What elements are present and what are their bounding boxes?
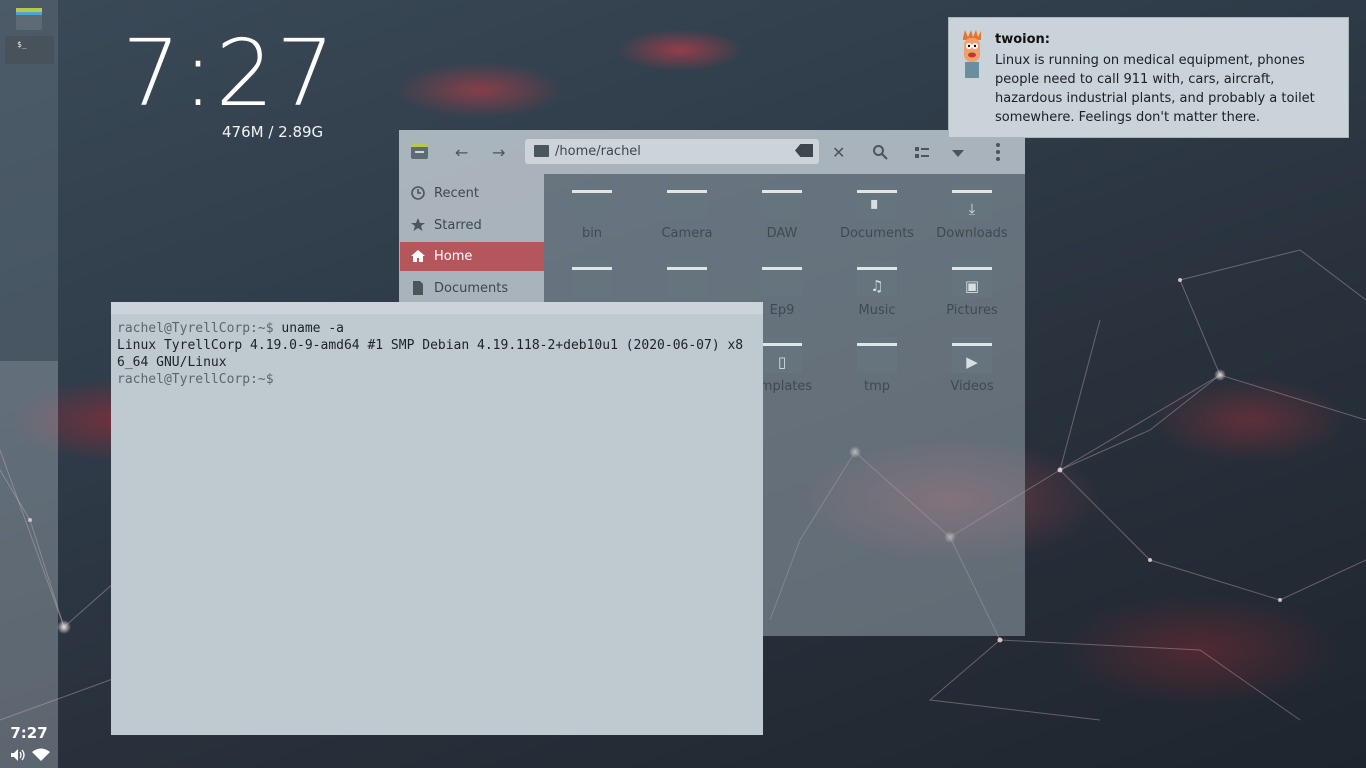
folder-label: Music bbox=[858, 303, 896, 318]
sidebar-item-starred[interactable]: Starred bbox=[400, 211, 544, 240]
file-manager-icon[interactable] bbox=[16, 8, 42, 30]
terminal-text: 6_64 GNU/Linux bbox=[117, 355, 227, 370]
folder-item[interactable]: DAW bbox=[737, 174, 827, 244]
folder-emblem: ⤓ bbox=[968, 200, 976, 218]
dock: $_ 7:27 bbox=[0, 0, 58, 768]
search-icon[interactable] bbox=[872, 144, 888, 160]
document-icon bbox=[413, 281, 423, 295]
folder-emblem: ♫ bbox=[870, 277, 884, 295]
avatar bbox=[963, 30, 981, 78]
notification-popup[interactable]: twoion: Linux is running on medical equi… bbox=[948, 17, 1349, 138]
folder-icon bbox=[667, 261, 707, 299]
folder-icon: ▘ bbox=[857, 184, 897, 222]
folder-item[interactable]: ▶ Videos bbox=[927, 327, 1017, 397]
home-icon bbox=[411, 250, 425, 262]
desktop-clock: 7:27 bbox=[122, 20, 337, 127]
folder-emblem: ▶ bbox=[966, 353, 978, 371]
folder-label: DAW bbox=[766, 226, 798, 241]
sidebar-item-label: Starred bbox=[434, 218, 482, 233]
wifi-icon[interactable] bbox=[32, 748, 50, 762]
file-manager-app-icon bbox=[411, 144, 428, 159]
folder-icon bbox=[762, 261, 802, 299]
folder-item[interactable]: Camera bbox=[642, 174, 732, 244]
folder-icon: ▯ bbox=[762, 337, 802, 375]
memory-usage: 476M / 2.89G bbox=[222, 123, 324, 141]
terminal-line: 6_64 GNU/Linux bbox=[117, 354, 757, 371]
folder-item[interactable]: ♫ Music bbox=[832, 251, 922, 321]
folder-icon: ▶ bbox=[952, 337, 992, 375]
folder-emblem: ▘ bbox=[871, 200, 883, 218]
terminal-prompt: rachel@TyrellCorp:~$ bbox=[117, 321, 282, 336]
folder-label: Camera bbox=[661, 226, 713, 241]
terminal-text: uname -a bbox=[281, 321, 344, 336]
terminal-line: rachel@TyrellCorp:~$ bbox=[117, 371, 757, 388]
volume-icon[interactable] bbox=[10, 748, 26, 762]
sidebar-item-label: Documents bbox=[434, 281, 509, 296]
terminal-prompt: rachel@TyrellCorp:~$ bbox=[117, 372, 282, 387]
sidebar-item-documents[interactable]: Documents bbox=[400, 274, 544, 303]
sidebar-item-label: Recent bbox=[434, 186, 479, 201]
notification-title: twoion: bbox=[995, 32, 1050, 47]
folder-icon: ♫ bbox=[857, 261, 897, 299]
dock-tray bbox=[10, 748, 50, 762]
folder-label: Pictures bbox=[946, 303, 998, 318]
folder-label: Documents bbox=[839, 226, 915, 241]
dock-clock[interactable]: 7:27 bbox=[0, 724, 58, 742]
location-path: /home/rachel bbox=[555, 144, 641, 159]
folder-label: bin bbox=[581, 226, 603, 241]
clear-location-icon[interactable] bbox=[795, 144, 813, 157]
back-arrow-icon[interactable]: ← bbox=[455, 143, 468, 162]
folder-emblem: ▯ bbox=[777, 353, 787, 371]
sidebar-item-recent[interactable]: Recent bbox=[400, 179, 544, 208]
chevron-down-icon[interactable] bbox=[952, 150, 964, 157]
folder-icon: ▣ bbox=[952, 261, 992, 299]
folder-label: tmp bbox=[863, 379, 890, 394]
forward-arrow-icon[interactable]: → bbox=[492, 143, 505, 162]
sidebar-item-home[interactable]: Home bbox=[400, 242, 544, 271]
folder-item[interactable]: tmp bbox=[832, 327, 922, 397]
menu-dots-icon[interactable] bbox=[996, 143, 1000, 161]
folder-item[interactable]: ▣ Pictures bbox=[927, 251, 1017, 321]
close-location-icon[interactable]: ✕ bbox=[832, 143, 845, 162]
folder-item[interactable]: ⤓ Downloads bbox=[927, 174, 1017, 244]
folder-icon: ⤓ bbox=[952, 184, 992, 222]
location-bar[interactable]: /home/rachel bbox=[525, 139, 819, 164]
folder-icon bbox=[572, 261, 612, 299]
view-list-icon[interactable] bbox=[915, 147, 929, 158]
file-manager-headerbar: ← → /home/rachel ✕ bbox=[399, 130, 1025, 174]
sidebar-item-label: Home bbox=[434, 249, 473, 264]
terminal-glyph: $_ bbox=[17, 40, 27, 49]
notification-body: Linux is running on medical equipment, p… bbox=[995, 53, 1315, 125]
clock-icon bbox=[411, 186, 425, 200]
folder-item[interactable]: ▘ Documents bbox=[832, 174, 922, 244]
terminal-text: Linux TyrellCorp 4.19.0-9-amd64 #1 SMP D… bbox=[117, 338, 744, 353]
star-icon bbox=[411, 218, 425, 231]
folder-icon bbox=[572, 184, 612, 222]
folder-icon bbox=[857, 337, 897, 375]
terminal-icon[interactable]: $_ bbox=[5, 36, 54, 64]
folder-icon bbox=[667, 184, 707, 222]
terminal-line: rachel@TyrellCorp:~$ uname -a bbox=[117, 320, 757, 337]
folder-icon bbox=[762, 184, 802, 222]
folder-label: Downloads bbox=[936, 226, 1008, 241]
terminal-line: Linux TyrellCorp 4.19.0-9-amd64 #1 SMP D… bbox=[117, 337, 757, 354]
folder-emblem: ▣ bbox=[964, 277, 980, 295]
folder-item[interactable]: bin bbox=[547, 174, 637, 244]
terminal-window[interactable]: rachel@TyrellCorp:~$ uname -a Linux Tyrel… bbox=[111, 302, 763, 735]
folder-label: Videos bbox=[950, 379, 994, 394]
folder-icon bbox=[534, 145, 549, 157]
